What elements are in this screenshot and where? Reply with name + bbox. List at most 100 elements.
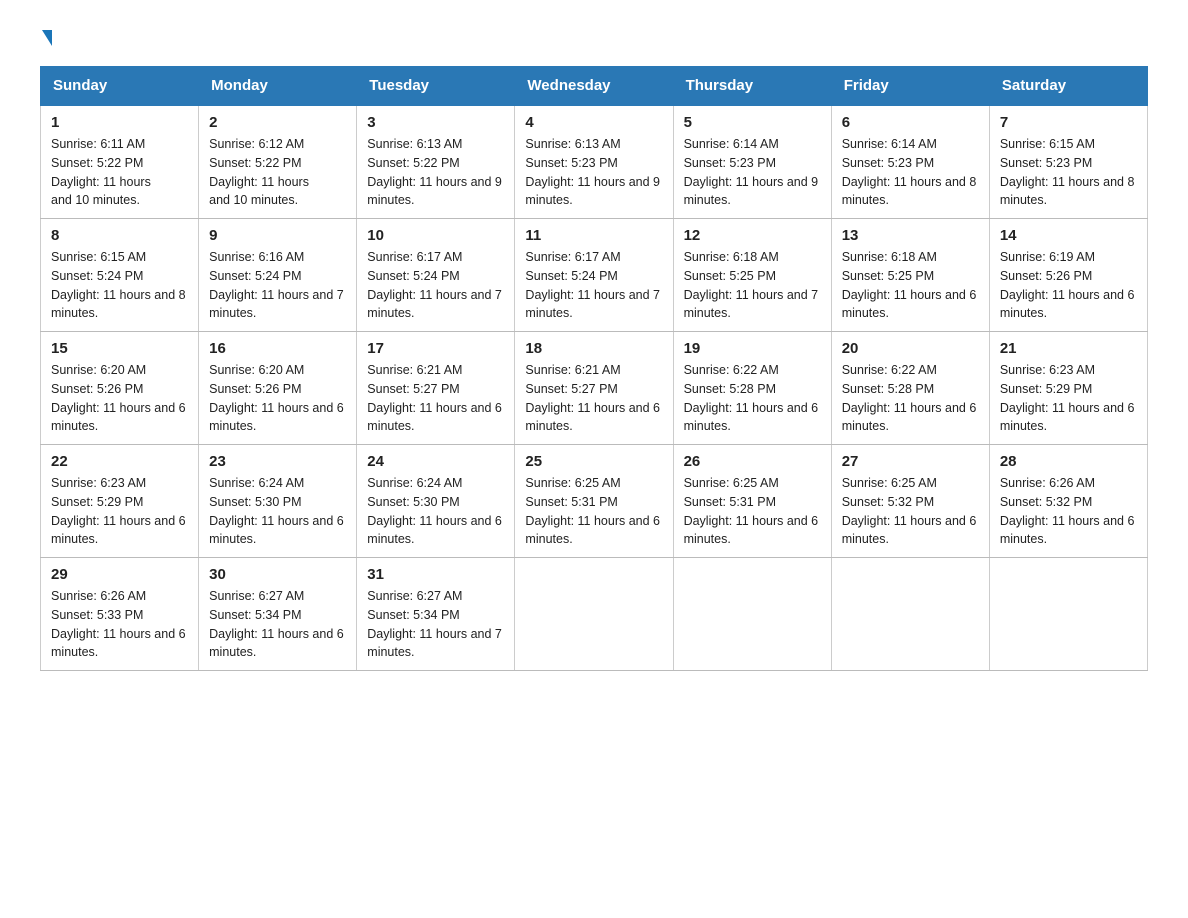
calendar-cell: 12 Sunrise: 6:18 AMSunset: 5:25 PMDaylig… [673,219,831,332]
day-info: Sunrise: 6:20 AMSunset: 5:26 PMDaylight:… [51,361,188,436]
calendar-week-row: 8 Sunrise: 6:15 AMSunset: 5:24 PMDayligh… [41,219,1148,332]
day-number: 16 [209,340,346,357]
logo [40,30,52,46]
calendar-cell [673,558,831,671]
day-number: 27 [842,453,979,470]
day-number: 17 [367,340,504,357]
weekday-header-wednesday: Wednesday [515,67,673,106]
calendar-cell: 21 Sunrise: 6:23 AMSunset: 5:29 PMDaylig… [989,332,1147,445]
weekday-header-sunday: Sunday [41,67,199,106]
day-number: 13 [842,227,979,244]
calendar-table: SundayMondayTuesdayWednesdayThursdayFrid… [40,66,1148,671]
day-number: 7 [1000,114,1137,131]
day-info: Sunrise: 6:17 AMSunset: 5:24 PMDaylight:… [525,248,662,323]
calendar-cell: 19 Sunrise: 6:22 AMSunset: 5:28 PMDaylig… [673,332,831,445]
day-info: Sunrise: 6:23 AMSunset: 5:29 PMDaylight:… [51,474,188,549]
calendar-cell: 29 Sunrise: 6:26 AMSunset: 5:33 PMDaylig… [41,558,199,671]
weekday-header-friday: Friday [831,67,989,106]
calendar-cell: 20 Sunrise: 6:22 AMSunset: 5:28 PMDaylig… [831,332,989,445]
day-number: 18 [525,340,662,357]
calendar-week-row: 29 Sunrise: 6:26 AMSunset: 5:33 PMDaylig… [41,558,1148,671]
day-number: 28 [1000,453,1137,470]
day-number: 21 [1000,340,1137,357]
day-info: Sunrise: 6:26 AMSunset: 5:33 PMDaylight:… [51,587,188,662]
calendar-cell: 7 Sunrise: 6:15 AMSunset: 5:23 PMDayligh… [989,105,1147,219]
day-info: Sunrise: 6:14 AMSunset: 5:23 PMDaylight:… [842,135,979,210]
calendar-cell: 26 Sunrise: 6:25 AMSunset: 5:31 PMDaylig… [673,445,831,558]
day-info: Sunrise: 6:16 AMSunset: 5:24 PMDaylight:… [209,248,346,323]
calendar-week-row: 15 Sunrise: 6:20 AMSunset: 5:26 PMDaylig… [41,332,1148,445]
calendar-cell: 9 Sunrise: 6:16 AMSunset: 5:24 PMDayligh… [199,219,357,332]
day-number: 6 [842,114,979,131]
day-info: Sunrise: 6:23 AMSunset: 5:29 PMDaylight:… [1000,361,1137,436]
day-number: 22 [51,453,188,470]
calendar-cell: 1 Sunrise: 6:11 AMSunset: 5:22 PMDayligh… [41,105,199,219]
day-number: 15 [51,340,188,357]
calendar-cell: 14 Sunrise: 6:19 AMSunset: 5:26 PMDaylig… [989,219,1147,332]
calendar-cell [515,558,673,671]
calendar-cell: 10 Sunrise: 6:17 AMSunset: 5:24 PMDaylig… [357,219,515,332]
weekday-header-monday: Monday [199,67,357,106]
day-number: 29 [51,566,188,583]
day-info: Sunrise: 6:27 AMSunset: 5:34 PMDaylight:… [209,587,346,662]
day-number: 26 [684,453,821,470]
calendar-cell: 2 Sunrise: 6:12 AMSunset: 5:22 PMDayligh… [199,105,357,219]
calendar-cell: 8 Sunrise: 6:15 AMSunset: 5:24 PMDayligh… [41,219,199,332]
day-number: 12 [684,227,821,244]
day-info: Sunrise: 6:18 AMSunset: 5:25 PMDaylight:… [842,248,979,323]
day-info: Sunrise: 6:22 AMSunset: 5:28 PMDaylight:… [684,361,821,436]
day-info: Sunrise: 6:25 AMSunset: 5:31 PMDaylight:… [684,474,821,549]
day-number: 30 [209,566,346,583]
day-info: Sunrise: 6:18 AMSunset: 5:25 PMDaylight:… [684,248,821,323]
day-info: Sunrise: 6:21 AMSunset: 5:27 PMDaylight:… [367,361,504,436]
weekday-header-thursday: Thursday [673,67,831,106]
calendar-cell: 6 Sunrise: 6:14 AMSunset: 5:23 PMDayligh… [831,105,989,219]
calendar-cell: 31 Sunrise: 6:27 AMSunset: 5:34 PMDaylig… [357,558,515,671]
day-number: 14 [1000,227,1137,244]
calendar-cell [989,558,1147,671]
calendar-cell: 5 Sunrise: 6:14 AMSunset: 5:23 PMDayligh… [673,105,831,219]
calendar-cell: 23 Sunrise: 6:24 AMSunset: 5:30 PMDaylig… [199,445,357,558]
day-info: Sunrise: 6:17 AMSunset: 5:24 PMDaylight:… [367,248,504,323]
calendar-cell: 16 Sunrise: 6:20 AMSunset: 5:26 PMDaylig… [199,332,357,445]
calendar-cell: 4 Sunrise: 6:13 AMSunset: 5:23 PMDayligh… [515,105,673,219]
calendar-header-row: SundayMondayTuesdayWednesdayThursdayFrid… [41,67,1148,106]
day-number: 8 [51,227,188,244]
calendar-cell: 3 Sunrise: 6:13 AMSunset: 5:22 PMDayligh… [357,105,515,219]
day-number: 23 [209,453,346,470]
calendar-cell: 25 Sunrise: 6:25 AMSunset: 5:31 PMDaylig… [515,445,673,558]
calendar-week-row: 1 Sunrise: 6:11 AMSunset: 5:22 PMDayligh… [41,105,1148,219]
day-info: Sunrise: 6:25 AMSunset: 5:32 PMDaylight:… [842,474,979,549]
day-info: Sunrise: 6:13 AMSunset: 5:23 PMDaylight:… [525,135,662,210]
calendar-cell: 13 Sunrise: 6:18 AMSunset: 5:25 PMDaylig… [831,219,989,332]
day-info: Sunrise: 6:27 AMSunset: 5:34 PMDaylight:… [367,587,504,662]
logo-triangle-icon [42,30,52,46]
day-info: Sunrise: 6:24 AMSunset: 5:30 PMDaylight:… [367,474,504,549]
day-number: 11 [525,227,662,244]
day-number: 31 [367,566,504,583]
day-number: 9 [209,227,346,244]
day-info: Sunrise: 6:21 AMSunset: 5:27 PMDaylight:… [525,361,662,436]
calendar-week-row: 22 Sunrise: 6:23 AMSunset: 5:29 PMDaylig… [41,445,1148,558]
calendar-cell: 18 Sunrise: 6:21 AMSunset: 5:27 PMDaylig… [515,332,673,445]
day-number: 20 [842,340,979,357]
day-info: Sunrise: 6:15 AMSunset: 5:24 PMDaylight:… [51,248,188,323]
calendar-cell: 15 Sunrise: 6:20 AMSunset: 5:26 PMDaylig… [41,332,199,445]
day-number: 25 [525,453,662,470]
day-info: Sunrise: 6:13 AMSunset: 5:22 PMDaylight:… [367,135,504,210]
calendar-cell: 17 Sunrise: 6:21 AMSunset: 5:27 PMDaylig… [357,332,515,445]
day-number: 2 [209,114,346,131]
day-info: Sunrise: 6:12 AMSunset: 5:22 PMDaylight:… [209,135,346,210]
calendar-cell: 28 Sunrise: 6:26 AMSunset: 5:32 PMDaylig… [989,445,1147,558]
day-info: Sunrise: 6:20 AMSunset: 5:26 PMDaylight:… [209,361,346,436]
calendar-cell: 30 Sunrise: 6:27 AMSunset: 5:34 PMDaylig… [199,558,357,671]
day-number: 19 [684,340,821,357]
header [40,30,1148,46]
day-info: Sunrise: 6:11 AMSunset: 5:22 PMDaylight:… [51,135,188,210]
day-number: 5 [684,114,821,131]
weekday-header-saturday: Saturday [989,67,1147,106]
day-info: Sunrise: 6:22 AMSunset: 5:28 PMDaylight:… [842,361,979,436]
day-number: 4 [525,114,662,131]
calendar-cell: 24 Sunrise: 6:24 AMSunset: 5:30 PMDaylig… [357,445,515,558]
day-info: Sunrise: 6:15 AMSunset: 5:23 PMDaylight:… [1000,135,1137,210]
